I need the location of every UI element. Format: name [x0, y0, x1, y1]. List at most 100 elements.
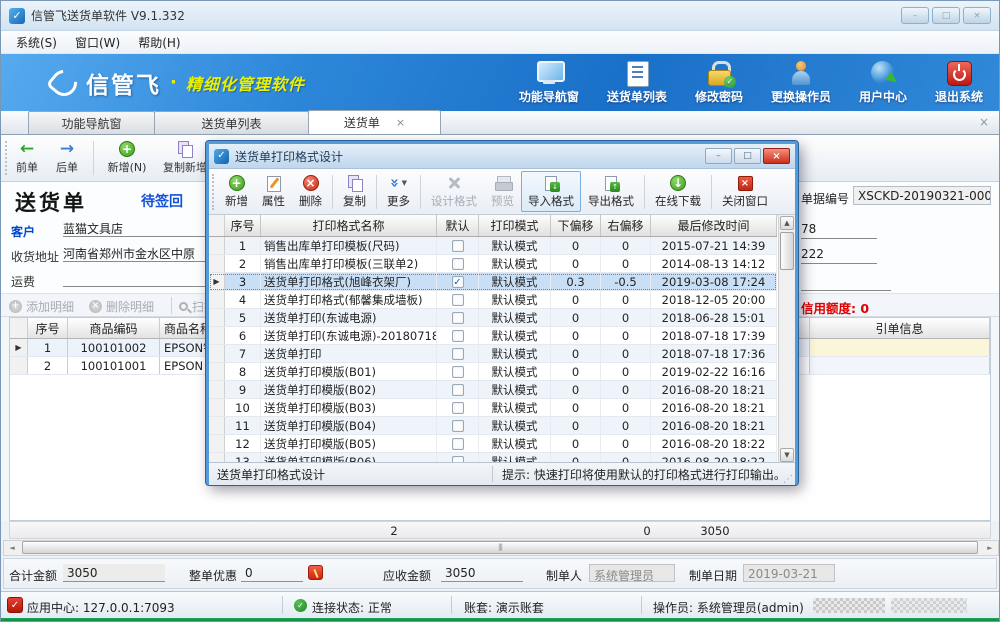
tab-close-icon[interactable]: ×: [396, 116, 405, 129]
dialog-maximize-button[interactable]: □: [734, 148, 761, 164]
dialog-minimize-button[interactable]: –: [705, 148, 732, 164]
name-cell: 送货单打印模版(B06): [261, 453, 437, 463]
scroll-up-icon[interactable]: ▲: [780, 216, 794, 230]
default-checkbox[interactable]: [452, 348, 464, 360]
phone-field[interactable]: 222: [801, 247, 877, 264]
row-indicator: [209, 309, 225, 326]
menu-window[interactable]: 窗口(W): [66, 32, 129, 53]
import-format-button[interactable]: ↓ 导入格式: [521, 171, 581, 212]
format-add-button[interactable]: + 新增: [218, 171, 255, 212]
dialog-close-button[interactable]: ×: [763, 148, 790, 164]
print-format-row[interactable]: 12送货单打印模版(B05)默认模式002016-08-20 18:22: [209, 435, 777, 453]
print-format-row-selected[interactable]: ▶3送货单打印格式(旭峰衣架厂)✓默认模式0.3-0.52019-03-08 1…: [209, 273, 777, 291]
preview-button[interactable]: 预览: [484, 171, 521, 212]
print-format-row[interactable]: 8送货单打印模版(B01)默认模式002019-02-22 16:16: [209, 363, 777, 381]
tab-nav-window[interactable]: 功能导航窗: [28, 111, 155, 134]
discount-field[interactable]: 0: [241, 564, 303, 582]
online-download-button[interactable]: ↓ 在线下载: [648, 171, 708, 212]
print-format-row[interactable]: 11送货单打印模版(B04)默认模式002016-08-20 18:21: [209, 417, 777, 435]
print-format-row[interactable]: 9送货单打印模版(B02)默认模式002016-08-20 18:21: [209, 381, 777, 399]
default-checkbox[interactable]: [452, 294, 464, 306]
freight-label: 运费: [11, 273, 35, 290]
print-format-row[interactable]: 13送货单打印模版(B06)默认模式002016-08-20 18:22: [209, 453, 777, 463]
default-checkbox[interactable]: [452, 438, 464, 450]
scroll-right-icon[interactable]: ►: [983, 542, 997, 554]
title-bar: ✓ 信管飞送货单软件 V9.1.332 – □ ×: [1, 1, 999, 31]
default-checkbox[interactable]: [452, 258, 464, 270]
time-cell: 2018-06-28 15:01: [651, 309, 777, 326]
minimize-button[interactable]: –: [901, 7, 929, 24]
delivery-list-button[interactable]: 送货单列表: [607, 61, 667, 105]
print-format-row[interactable]: 10送货单打印模版(B03)默认模式002016-08-20 18:21: [209, 399, 777, 417]
seq-cell: 13: [225, 453, 261, 463]
horizontal-scrollbar[interactable]: ◄ ||| ►: [3, 540, 999, 556]
name-cell: 送货单打印模版(B04): [261, 417, 437, 434]
mode-cell: 默认模式: [479, 345, 551, 362]
menu-help[interactable]: 帮助(H): [129, 32, 189, 53]
scroll-left-icon[interactable]: ◄: [5, 542, 19, 554]
add-detail-button[interactable]: + 添加明细: [9, 298, 74, 315]
tab-delivery-note[interactable]: 送货单 ×: [308, 110, 441, 134]
change-password-button[interactable]: ✓ 修改密码: [695, 61, 743, 105]
receivable-field[interactable]: 3050: [441, 564, 523, 582]
extra-field[interactable]: [801, 274, 891, 291]
toolbar-separator: [420, 175, 421, 209]
customer-field[interactable]: 蓝猫文具店: [63, 220, 213, 237]
print-format-row[interactable]: 7送货单打印默认模式002018-07-18 17:36: [209, 345, 777, 363]
window-controls: – □ ×: [901, 7, 991, 24]
import-arrow-icon: ↓: [550, 182, 560, 192]
next-order-button[interactable]: → 后单: [49, 140, 85, 175]
remove-detail-button[interactable]: × 删除明细: [89, 298, 154, 315]
scrollbar-thumb[interactable]: [780, 232, 794, 270]
design-format-button[interactable]: 设计格式: [424, 171, 484, 212]
close-button[interactable]: ×: [963, 7, 991, 24]
right-cell: 0: [601, 345, 651, 362]
maximize-button[interactable]: □: [932, 7, 960, 24]
freight-field[interactable]: [63, 270, 213, 287]
print-format-row[interactable]: 1销售出库单打印模板(尺码)默认模式002015-07-21 14:39: [209, 237, 777, 255]
menu-system[interactable]: 系统(S): [7, 32, 66, 53]
tab-delivery-list[interactable]: 送货单列表: [154, 111, 309, 134]
credit-limit-text: 信用额度: 0: [801, 298, 869, 317]
switch-operator-button[interactable]: 更换操作员: [771, 61, 831, 105]
format-properties-button[interactable]: 属性: [255, 171, 292, 212]
scrollbar-thumb[interactable]: |||: [22, 541, 978, 554]
close-window-button[interactable]: × 关闭窗口: [715, 171, 775, 212]
dialog-title-bar[interactable]: ✓ 送货单打印格式设计 – □ ×: [209, 144, 795, 169]
user-center-button[interactable]: 用户中心: [859, 61, 907, 105]
prev-order-button[interactable]: ← 前单: [9, 140, 45, 175]
default-checkbox[interactable]: [452, 330, 464, 342]
default-checkbox[interactable]: [452, 366, 464, 378]
more-button[interactable]: »▼ 更多: [380, 171, 417, 212]
panel-close-icon[interactable]: ×: [979, 115, 989, 129]
right-cell: 0: [601, 255, 651, 272]
seq-cell: 2: [225, 255, 261, 272]
default-checkbox[interactable]: [452, 402, 464, 414]
default-checkbox[interactable]: [452, 312, 464, 324]
name-cell: 送货单打印: [261, 345, 437, 362]
print-format-row[interactable]: 2销售出库单打印模板(三联单2)默认模式002014-08-13 14:12: [209, 255, 777, 273]
print-format-row[interactable]: 4送货单打印格式(郁馨集成墙板)默认模式002018-12-05 20:00: [209, 291, 777, 309]
copy-add-button[interactable]: 复制新增: [157, 140, 213, 175]
export-format-label: 导出格式: [588, 193, 634, 209]
default-checkbox[interactable]: [452, 384, 464, 396]
contact-field[interactable]: 78: [801, 222, 877, 239]
export-format-button[interactable]: ↑ 导出格式: [581, 171, 641, 212]
default-checkbox[interactable]: [452, 240, 464, 252]
address-field[interactable]: 河南省郑州市金水区中原: [63, 245, 213, 262]
format-copy-button[interactable]: 复制: [336, 171, 373, 212]
default-checkbox-checked[interactable]: ✓: [452, 276, 464, 288]
exit-button[interactable]: 退出系统: [935, 61, 983, 105]
add-order-button[interactable]: + 新增(N): [101, 140, 153, 175]
discount-edit-icon[interactable]: [308, 565, 323, 580]
scroll-down-icon[interactable]: ▼: [780, 448, 794, 462]
vertical-scrollbar[interactable]: ▲ ▼: [778, 215, 795, 463]
toolbar-grip: [5, 141, 7, 175]
nav-window-button[interactable]: 功能导航窗: [519, 61, 579, 105]
default-checkbox[interactable]: [452, 420, 464, 432]
print-format-row[interactable]: 6送货单打印(东诚电源)-20180718默认模式002018-07-18 17…: [209, 327, 777, 345]
print-format-row[interactable]: 5送货单打印(东诚电源)默认模式002018-06-28 15:01: [209, 309, 777, 327]
default-checkbox[interactable]: [452, 456, 464, 464]
printer-icon: [495, 175, 511, 191]
format-delete-button[interactable]: × 删除: [292, 171, 329, 212]
